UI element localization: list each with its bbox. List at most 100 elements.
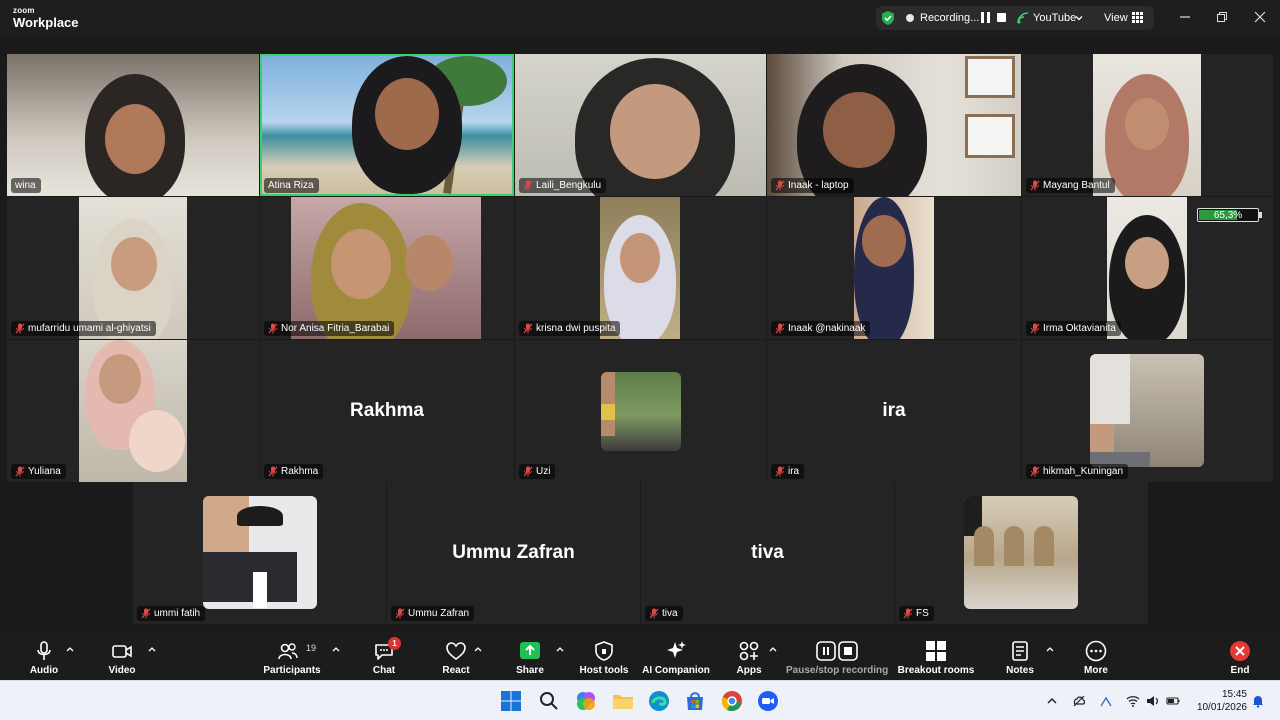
- participants-options-caret-icon[interactable]: [332, 646, 340, 652]
- mic-muted-icon: [15, 323, 25, 334]
- mic-muted-icon: [523, 466, 533, 477]
- participant-tile-fs[interactable]: FS: [895, 482, 1148, 624]
- participant-tile-ummu-zafran[interactable]: Ummu Zafran Ummu Zafran: [387, 482, 640, 624]
- battery-tray-icon[interactable]: [1166, 694, 1180, 708]
- apps-button[interactable]: Apps: [730, 632, 768, 680]
- network-status-icon[interactable]: [1099, 694, 1113, 708]
- edge-browser-icon[interactable]: [648, 690, 670, 712]
- apps-label: Apps: [736, 665, 762, 676]
- participant-nametag: Mayang Bantul: [1026, 178, 1115, 193]
- chat-button[interactable]: 1 Chat: [364, 632, 404, 680]
- pause-stop-recording-button[interactable]: Pause/stop recording: [786, 632, 888, 680]
- participant-nametag: Inaak @nakinaak: [771, 321, 871, 336]
- livestream-signal-icon[interactable]: [1016, 11, 1030, 25]
- video-label: Video: [108, 665, 136, 676]
- cloud-sync-icon[interactable]: [1072, 694, 1086, 708]
- shield-check-icon[interactable]: [880, 10, 896, 26]
- breakout-rooms-icon: [926, 641, 946, 661]
- view-button[interactable]: View: [1104, 12, 1128, 24]
- more-options-icon: [1085, 640, 1107, 662]
- participant-video: [767, 54, 1021, 196]
- participant-tile-inaak-nakinaak[interactable]: Inaak @nakinaak: [767, 197, 1021, 339]
- participant-name: Rakhma: [281, 466, 319, 477]
- participant-tile-hikmah[interactable]: hikmah_Kuningan: [1022, 340, 1273, 482]
- react-options-caret-icon[interactable]: [474, 646, 482, 652]
- participant-tile-krisna[interactable]: krisna dwi puspita: [515, 197, 766, 339]
- participant-name: tiva: [662, 608, 678, 619]
- share-label: Share: [516, 665, 544, 676]
- participant-tile-yuliana[interactable]: Yuliana: [7, 340, 259, 482]
- more-button[interactable]: More: [1076, 632, 1116, 680]
- participant-tile-ummi-fatih[interactable]: ummi fatih: [133, 482, 386, 624]
- maximize-icon[interactable]: [1215, 10, 1229, 24]
- participant-tile-rakhma[interactable]: Rakhma Rakhma: [260, 340, 514, 482]
- participant-tile-ira[interactable]: ira ira: [767, 340, 1021, 482]
- show-hidden-icons-chevron-icon[interactable]: [1045, 694, 1059, 708]
- stop-recording-icon[interactable]: [997, 13, 1006, 22]
- share-options-caret-icon[interactable]: [556, 646, 564, 652]
- file-explorer-icon[interactable]: [612, 690, 634, 712]
- participant-name: Mayang Bantul: [1043, 180, 1110, 191]
- participant-name: Irma Oktavianita: [1043, 323, 1116, 334]
- end-label: End: [1230, 665, 1250, 676]
- participant-tile-laili-bengkulu[interactable]: Laili_Bengkulu: [515, 54, 766, 196]
- copilot-icon[interactable]: [575, 690, 597, 712]
- notes-button[interactable]: Notes: [1000, 632, 1040, 680]
- audio-button[interactable]: Audio: [22, 632, 66, 680]
- pause-recording-icon[interactable]: [981, 12, 990, 23]
- meeting-toolbar: Audio Video 19 Participants 1 Chat React…: [0, 632, 1280, 680]
- share-button[interactable]: Share: [510, 632, 550, 680]
- participant-name: wina: [15, 180, 36, 191]
- participant-tile-mayang-bantul[interactable]: Mayang Bantul: [1022, 54, 1273, 196]
- participant-tile-atina-riza[interactable]: Atina Riza: [260, 54, 514, 196]
- host-tools-button[interactable]: Host tools: [576, 632, 632, 680]
- participant-tile-wina[interactable]: wina: [7, 54, 259, 196]
- video-button[interactable]: Video: [100, 632, 144, 680]
- participant-nametag: Laili_Bengkulu: [519, 178, 607, 193]
- chevron-down-icon[interactable]: [1075, 14, 1083, 22]
- chat-label: Chat: [372, 665, 396, 676]
- participant-nametag: FS: [899, 606, 934, 621]
- zoom-app-icon[interactable]: [757, 690, 779, 712]
- wifi-icon[interactable]: [1126, 694, 1140, 708]
- zoom-meeting-window: zoom Workplace Recording... YouTube View: [0, 0, 1280, 720]
- clock-date: 10/01/2026: [1196, 702, 1247, 713]
- video-options-caret-icon[interactable]: [148, 646, 156, 652]
- participant-video: [79, 197, 187, 339]
- breakout-rooms-label: Breakout rooms: [897, 665, 975, 676]
- minimize-icon[interactable]: [1178, 10, 1192, 24]
- chrome-browser-icon[interactable]: [721, 690, 743, 712]
- participant-video: [262, 56, 512, 194]
- notes-options-caret-icon[interactable]: [1046, 646, 1054, 652]
- recording-dot-icon: [906, 14, 914, 22]
- participant-tile-tiva[interactable]: tiva tiva: [641, 482, 894, 624]
- windows-start-icon[interactable]: [500, 690, 522, 712]
- breakout-rooms-button[interactable]: Breakout rooms: [896, 632, 976, 680]
- audio-options-caret-icon[interactable]: [66, 646, 74, 652]
- profile-picture: [1090, 354, 1204, 467]
- participants-button[interactable]: 19 Participants: [262, 632, 322, 680]
- participant-tile-mufarridu[interactable]: mufarridu umami al-ghiyatsi: [7, 197, 259, 339]
- participant-video: [1093, 54, 1201, 196]
- notification-bell-icon[interactable]: [1251, 694, 1265, 708]
- participant-name: Laili_Bengkulu: [536, 180, 602, 191]
- heart-icon: [446, 642, 466, 660]
- participant-tile-uzi[interactable]: Uzi: [515, 340, 766, 482]
- apps-options-caret-icon[interactable]: [769, 646, 777, 652]
- ai-companion-button[interactable]: AI Companion: [640, 632, 712, 680]
- close-icon[interactable]: [1253, 10, 1267, 24]
- participant-tile-nor-anisa[interactable]: Nor Anisa Fitria_Barabai: [260, 197, 514, 339]
- profile-picture: [203, 496, 317, 609]
- recording-label: Recording...: [920, 12, 980, 24]
- end-meeting-button[interactable]: End: [1222, 632, 1258, 680]
- livestream-youtube-label[interactable]: YouTube: [1033, 12, 1076, 24]
- volume-icon[interactable]: [1146, 694, 1160, 708]
- participant-tile-inaak-laptop[interactable]: Inaak - laptop: [767, 54, 1021, 196]
- system-clock[interactable]: 15:45 10/01/2026: [1187, 688, 1247, 714]
- microsoft-store-icon[interactable]: [684, 690, 706, 712]
- title-bar: zoom Workplace Recording... YouTube View: [0, 0, 1280, 38]
- search-icon[interactable]: [538, 690, 560, 712]
- react-button[interactable]: React: [436, 632, 476, 680]
- participant-display-name: ira: [882, 400, 906, 421]
- grid-view-icon[interactable]: [1132, 12, 1143, 23]
